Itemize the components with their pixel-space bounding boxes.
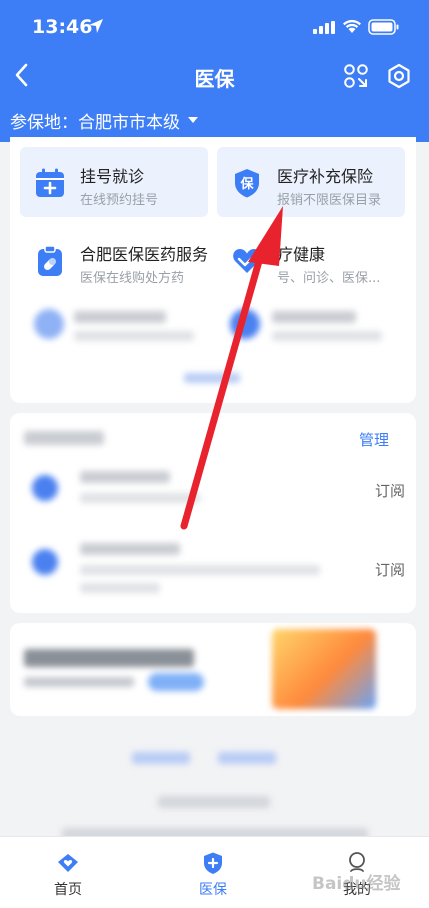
promo-banner[interactable] [10,623,416,716]
battery-icon [368,19,399,35]
back-icon[interactable] [10,61,34,89]
service-supplementary-insurance[interactable]: 保 医疗补充保险 报销不限医保目录 [217,147,405,217]
blurred-subscription-content [10,413,370,613]
status-bar: 13:46 [0,0,429,52]
service-name: 挂号就诊 [80,167,145,186]
diamond-heart-icon [58,854,78,872]
manage-link[interactable]: 管理 [359,429,389,450]
tab-label: 首页 [54,882,82,898]
shield-bao-icon: 保 [235,169,259,198]
subscribe-button[interactable]: 订阅 [375,559,405,580]
wifi-icon [343,19,361,33]
header: 13:46 医保 参保地： 合肥市市本级 [0,0,429,142]
nav-bar: 医保 [0,55,429,99]
medicine-clipboard-icon [38,245,62,276]
service-registration[interactable]: 挂号就诊 在线预约挂号 [20,147,208,217]
tab-home[interactable]: 首页 [18,837,118,908]
calendar-plus-icon [36,168,64,197]
tab-mine[interactable]: 我的 [307,837,407,908]
service-desc: 在线预约挂号 [80,193,159,208]
region-value: 合肥市市本级 [78,112,180,133]
blurred-banner-content [10,623,416,716]
service-desc: 报销不限医保目录 [277,193,382,208]
tab-medical-insurance[interactable]: 医保 [163,837,263,908]
service-health[interactable]: 疗健康 号、问诊、医保... [217,225,405,295]
status-time: 13:46 [32,16,93,38]
blurred-footer-content [0,740,429,840]
bottom-tab-bar: 首页 医保 我的 Baidu经验 [0,836,429,908]
service-desc: 医保在线购处方药 [80,271,185,286]
tab-label: 医保 [199,882,227,898]
scan-icon[interactable] [343,63,369,89]
caret-down-icon [188,117,198,123]
location-arrow-icon [89,19,103,33]
service-name: 疗健康 [277,245,326,264]
insured-region-selector[interactable]: 参保地： 合肥市市本级 [10,107,198,133]
service-name: 医疗补充保险 [277,167,374,186]
settings-gear-icon[interactable] [385,62,413,90]
shield-plus-icon [204,852,222,874]
person-icon [349,852,365,872]
shield-icon-text: 保 [239,176,254,192]
service-name: 合肥医保医药服务 [80,245,209,264]
service-desc: 号、问诊、医保... [277,271,381,286]
cellular-signal-icon [313,21,335,34]
region-label: 参保地： [10,112,78,133]
blurred-service-row [10,297,416,397]
service-medicine[interactable]: 合肥医保医药服务 医保在线购处方药 [20,225,208,295]
services-card: 挂号就诊 在线预约挂号 保 医疗补充保险 报销不限医保目录 合肥医保医药服务 医… [10,137,416,403]
tab-label: 我的 [343,882,371,898]
heart-icon [233,249,261,273]
subscriptions-card: 管理 订阅 订阅 [10,413,416,613]
subscribe-button[interactable]: 订阅 [375,480,405,501]
